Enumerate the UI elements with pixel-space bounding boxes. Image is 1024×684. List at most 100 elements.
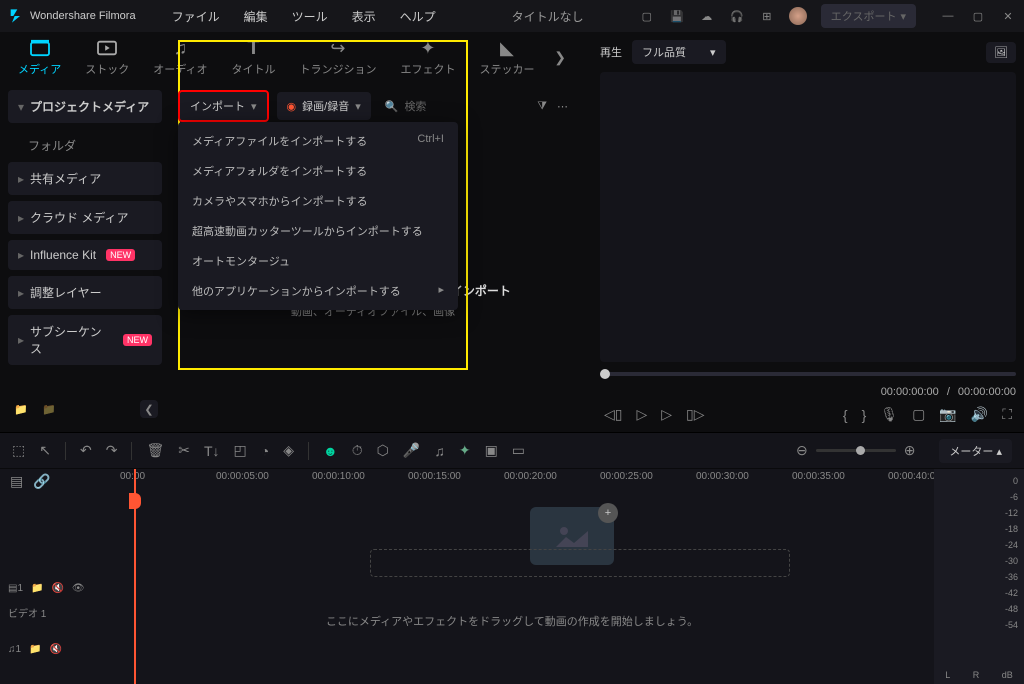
- tl-color-icon[interactable]: ◔: [261, 443, 269, 459]
- play-icon[interactable]: ▷: [636, 406, 647, 423]
- sidebar-cloud-media[interactable]: ▸クラウド メディア: [8, 201, 162, 234]
- fullscreen-icon[interactable]: ⛶: [1002, 406, 1012, 423]
- tl-lasso-icon[interactable]: ⬚: [12, 442, 25, 459]
- menu-tools[interactable]: ツール: [292, 8, 328, 25]
- tab-media[interactable]: メディア: [10, 33, 69, 81]
- tab-effect[interactable]: ✦エフェクト: [392, 33, 463, 81]
- preview-panel: 再生 フル品質▾ 🖼 00:00:00:00 / 00:00:00:00 ◁▯ …: [592, 32, 1024, 432]
- tab-audio[interactable]: ♫オーディオ: [145, 33, 215, 81]
- tabs-more-icon[interactable]: ❯: [554, 49, 566, 66]
- quality-select[interactable]: フル品質▾: [632, 40, 726, 64]
- tl-marker-icon[interactable]: ✦: [459, 442, 471, 459]
- effect-icon: ✦: [420, 37, 435, 59]
- dd-import-camera[interactable]: カメラやスマホからインポートする: [178, 186, 458, 216]
- filter-icon[interactable]: ⧩: [537, 100, 547, 113]
- export-button[interactable]: エクスポート▾: [821, 4, 916, 28]
- dd-auto-montage[interactable]: オートモンタージュ: [178, 246, 458, 276]
- more-icon[interactable]: ⋯: [557, 100, 568, 113]
- tl-ai-icon[interactable]: ☻: [323, 443, 338, 459]
- dd-import-folder[interactable]: メディアフォルダをインポートする: [178, 156, 458, 186]
- sidebar-shared-media[interactable]: ▸共有メディア: [8, 162, 162, 195]
- maximize-icon[interactable]: ▢: [970, 8, 986, 24]
- tl-text-icon[interactable]: T↓: [204, 443, 220, 459]
- video-track-label: ビデオ 1: [0, 603, 90, 622]
- tab-title[interactable]: Tタイトル: [223, 33, 283, 81]
- tl-speed-icon[interactable]: ⏱: [352, 442, 363, 459]
- dd-import-cutter[interactable]: 超高速動画カッターツールからインポートする: [178, 216, 458, 246]
- minimize-icon[interactable]: —: [940, 8, 956, 24]
- tl-undo-icon[interactable]: ↶: [80, 442, 92, 459]
- zoom-slider[interactable]: [816, 449, 896, 452]
- time-total: 00:00:00:00: [958, 386, 1016, 398]
- tabs-strip: メディア ストック ♫オーディオ Tタイトル ↪トランジション ✦エフェクト ◣…: [0, 32, 576, 82]
- progress-bar[interactable]: [600, 372, 1016, 376]
- audio-track-header[interactable]: ♫1📁🔇: [0, 634, 90, 664]
- mark-in-icon[interactable]: {: [843, 407, 848, 423]
- tl-pointer-icon[interactable]: ↖: [39, 442, 51, 459]
- close-icon[interactable]: ✕: [1000, 8, 1016, 24]
- tl-split-icon[interactable]: ✂: [178, 442, 190, 459]
- tl-audio-icon[interactable]: ♫: [434, 443, 445, 459]
- timeline-toolbar: ⬚ ↖ ↶ ↷ 🗑 ✂ T↓ ◰ ◔ ◈ ☻ ⏱ ⬡ 🎤 ♫ ✦ ▣ ▭ ⊖ ⊕…: [0, 433, 1024, 469]
- tl-redo-icon[interactable]: ↷: [106, 442, 118, 459]
- sidebar-project-media[interactable]: ▾プロジェクトメディア: [8, 90, 162, 123]
- tl-render-icon[interactable]: ▣: [485, 442, 498, 459]
- dd-import-other-apps[interactable]: 他のアプリケーションからインポートする▸: [178, 276, 458, 306]
- collapse-sidebar-icon[interactable]: ❮: [140, 400, 158, 418]
- new-folder-icon[interactable]: 📁: [12, 400, 30, 418]
- title-icon: T: [247, 37, 259, 59]
- tab-stock[interactable]: ストック: [77, 33, 137, 81]
- headphones-icon[interactable]: 🎧: [729, 8, 745, 24]
- timeline-drop-zone[interactable]: [370, 549, 790, 577]
- display-icon[interactable]: ▢: [912, 406, 925, 423]
- sidebar-subsequence[interactable]: ▸サブシーケンスNEW: [8, 315, 162, 365]
- video-track-header[interactable]: ▤1📁🔇👁: [0, 573, 90, 603]
- tl-crop-icon[interactable]: ◰: [234, 442, 247, 459]
- menu-edit[interactable]: 編集: [244, 8, 268, 25]
- save-icon[interactable]: 💾: [669, 8, 685, 24]
- camera-icon[interactable]: 📷: [939, 406, 956, 423]
- stop-icon[interactable]: ◁▯: [604, 406, 622, 423]
- next-icon[interactable]: ▯▷: [686, 406, 704, 423]
- meter-toggle[interactable]: メーター ▴: [939, 439, 1012, 463]
- tl-group-icon[interactable]: ▭: [512, 442, 525, 459]
- dd-import-file[interactable]: メディアファイルをインポートするCtrl+I: [178, 126, 458, 156]
- avatar-icon[interactable]: [789, 7, 807, 25]
- menu-help[interactable]: ヘルプ: [400, 8, 436, 25]
- progress-handle[interactable]: [600, 369, 610, 379]
- tl-mic-icon[interactable]: 🎤: [403, 442, 420, 459]
- tab-sticker[interactable]: ◣ステッカー: [471, 33, 542, 81]
- mark-out-icon[interactable]: }: [862, 407, 867, 423]
- zoom-out-icon[interactable]: ⊖: [796, 442, 808, 459]
- timeline-hint: ここにメディアやエフェクトをドラッグして動画の作成を開始しましょう。: [90, 613, 934, 629]
- import-button[interactable]: インポート▾: [178, 90, 269, 122]
- audio-meter: 0-6-12-18-24-30-36-42-48-54 L R dB: [934, 469, 1024, 684]
- project-title: タイトルなし: [512, 8, 584, 25]
- sidebar-folder[interactable]: フォルダ: [8, 129, 162, 162]
- voiceover-icon[interactable]: 🎙: [880, 406, 898, 423]
- new-bin-icon[interactable]: 📁: [40, 400, 58, 418]
- cloud-icon[interactable]: ☁: [699, 8, 715, 24]
- monitor-icon[interactable]: ▢: [639, 8, 655, 24]
- menu-file[interactable]: ファイル: [172, 8, 220, 25]
- sidebar-influence-kit[interactable]: ▸Influence KitNEW: [8, 240, 162, 270]
- preview-viewport[interactable]: [600, 72, 1016, 362]
- track-add-icon[interactable]: ▤: [10, 473, 23, 490]
- apps-icon[interactable]: ⊞: [759, 8, 775, 24]
- tl-keyframe-icon[interactable]: ◈: [283, 442, 294, 459]
- media-sidebar: ▾プロジェクトメディア フォルダ ▸共有メディア ▸クラウド メディア ▸Inf…: [0, 82, 170, 432]
- zoom-in-icon[interactable]: ⊕: [904, 442, 916, 459]
- track-link-icon[interactable]: 🔗: [33, 473, 50, 490]
- volume-icon[interactable]: 🔊: [971, 406, 988, 423]
- tl-shield-icon[interactable]: ⬡: [377, 442, 389, 459]
- sidebar-adjustment-layer[interactable]: ▸調整レイヤー: [8, 276, 162, 309]
- tab-transition[interactable]: ↪トランジション: [291, 33, 384, 81]
- menu-view[interactable]: 表示: [352, 8, 376, 25]
- tl-delete-icon[interactable]: 🗑: [146, 442, 164, 459]
- timeline-tracks[interactable]: 00:0000:00:05:0000:00:10:0000:00:15:0000…: [90, 469, 934, 684]
- search-input[interactable]: 🔍検索: [385, 98, 427, 114]
- forward-icon[interactable]: ▷: [661, 406, 672, 423]
- snapshot-icon[interactable]: 🖼: [986, 42, 1016, 63]
- timeline-ruler[interactable]: 00:0000:00:05:0000:00:10:0000:00:15:0000…: [90, 469, 934, 493]
- record-button[interactable]: ◉録画/録音▾: [277, 92, 371, 120]
